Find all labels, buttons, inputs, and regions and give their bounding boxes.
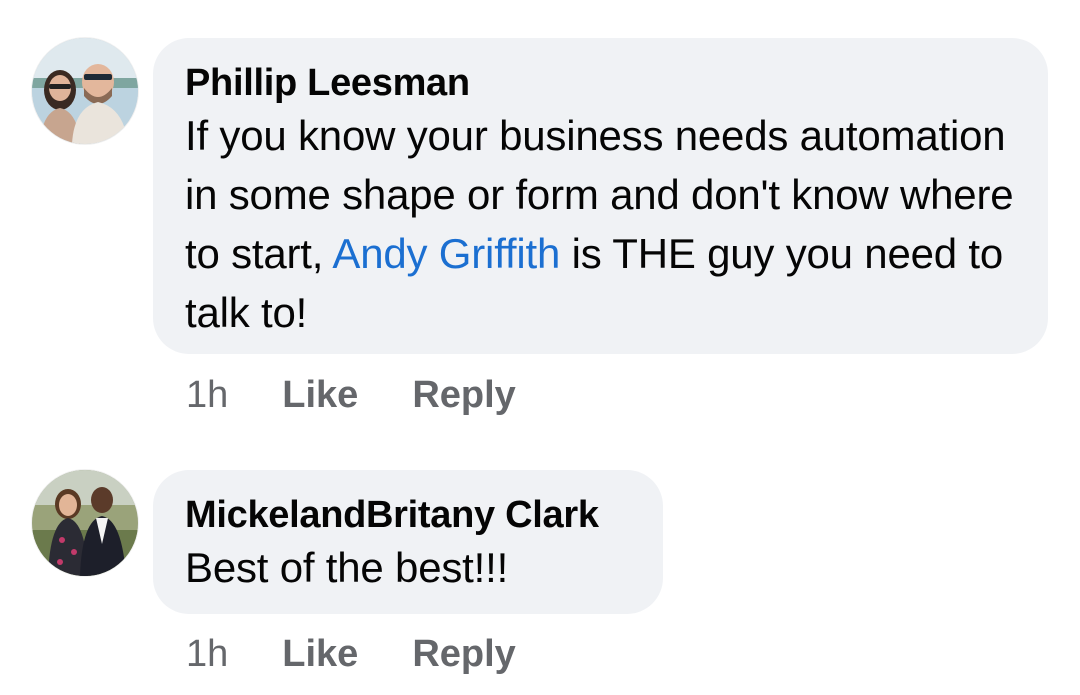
comment-text: Best of the best!!! bbox=[185, 544, 509, 591]
profile-photo-icon bbox=[32, 38, 138, 144]
like-button[interactable]: Like bbox=[282, 631, 358, 677]
avatar[interactable] bbox=[32, 470, 138, 576]
comment-author[interactable]: Phillip Leesman bbox=[185, 60, 1016, 106]
comment-bubble: Phillip Leesman If you know your busines… bbox=[153, 38, 1048, 354]
mention-link[interactable]: Andy Griffith bbox=[332, 230, 560, 277]
comment-actions: 1h Like Reply bbox=[186, 631, 516, 677]
reply-button[interactable]: Reply bbox=[412, 631, 515, 677]
comment-actions: 1h Like Reply bbox=[186, 372, 516, 418]
reply-button[interactable]: Reply bbox=[412, 372, 515, 418]
comment-text: If you know your business needs automati… bbox=[185, 106, 1016, 342]
profile-photo-icon bbox=[32, 470, 138, 576]
comment-timestamp[interactable]: 1h bbox=[186, 372, 228, 418]
comment-timestamp[interactable]: 1h bbox=[186, 631, 228, 677]
comment-author[interactable]: MickelandBritany Clark bbox=[185, 492, 631, 538]
like-button[interactable]: Like bbox=[282, 372, 358, 418]
avatar[interactable] bbox=[32, 38, 138, 144]
comment-bubble: MickelandBritany Clark Best of the best!… bbox=[153, 470, 663, 614]
